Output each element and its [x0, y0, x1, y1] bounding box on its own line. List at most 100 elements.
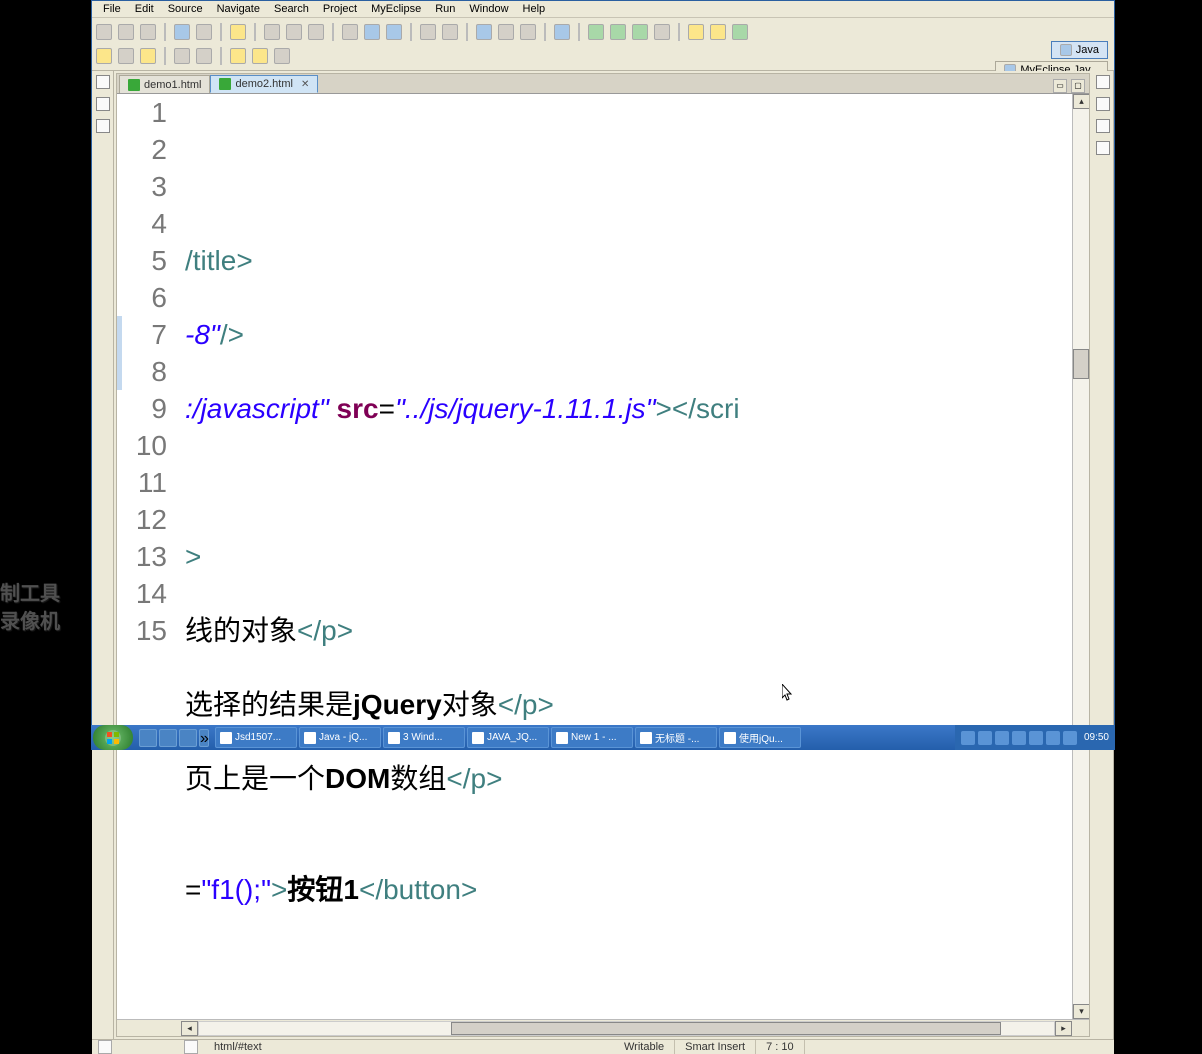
- scroll-left[interactable]: ◂: [181, 1021, 198, 1036]
- tool-icon[interactable]: [710, 24, 726, 40]
- forward-button[interactable]: [252, 48, 268, 64]
- scroll-right[interactable]: ▸: [1055, 1021, 1072, 1036]
- menu-myeclipse[interactable]: MyEclipse: [364, 1, 428, 17]
- tool-icon[interactable]: [520, 24, 536, 40]
- task-item[interactable]: JAVA_JQ...: [467, 727, 549, 748]
- horizontal-scrollbar[interactable]: ◂ ▸: [117, 1019, 1089, 1036]
- separator: [254, 23, 256, 41]
- separator: [220, 23, 222, 41]
- view-icon[interactable]: [96, 75, 110, 89]
- menu-window[interactable]: Window: [462, 1, 515, 17]
- tool-icon[interactable]: [498, 24, 514, 40]
- minimize-view[interactable]: ▭: [1053, 79, 1067, 93]
- task-item[interactable]: New 1 - ...: [551, 727, 633, 748]
- tray-icon[interactable]: [1063, 731, 1077, 745]
- tray-icon[interactable]: [961, 731, 975, 745]
- menu-navigate[interactable]: Navigate: [210, 1, 267, 17]
- tool-icon[interactable]: [196, 24, 212, 40]
- tab-demo2[interactable]: demo2.html ✕: [210, 75, 318, 93]
- task-item[interactable]: 3 Wind...: [383, 727, 465, 748]
- tool-icon[interactable]: [174, 24, 190, 40]
- tray-icon[interactable]: [978, 731, 992, 745]
- menu-search[interactable]: Search: [267, 1, 316, 17]
- view-icon[interactable]: [1096, 75, 1110, 89]
- maximize-view[interactable]: ▢: [1071, 79, 1085, 93]
- tool-icon[interactable]: [554, 24, 570, 40]
- tool-icon[interactable]: [364, 24, 380, 40]
- run-ext-button[interactable]: [632, 24, 648, 40]
- tool-icon[interactable]: [174, 48, 190, 64]
- save-button[interactable]: [118, 24, 134, 40]
- new-button[interactable]: [96, 24, 112, 40]
- tool-icon[interactable]: [96, 48, 112, 64]
- tool-icon[interactable]: [264, 24, 280, 40]
- tool-icon[interactable]: [308, 24, 324, 40]
- menu-edit[interactable]: Edit: [128, 1, 161, 17]
- tool-icon[interactable]: [386, 24, 402, 40]
- task-item[interactable]: Jsd1507...: [215, 727, 297, 748]
- tab-demo1[interactable]: demo1.html: [119, 75, 210, 93]
- view-icon[interactable]: [1096, 97, 1110, 111]
- tool-icon[interactable]: [230, 24, 246, 40]
- fold-column: [175, 94, 185, 1019]
- vertical-scrollbar[interactable]: ▴ ▾: [1072, 94, 1089, 1019]
- menu-source[interactable]: Source: [161, 1, 210, 17]
- ql-icon[interactable]: [179, 729, 197, 747]
- task-item[interactable]: 使用jQu...: [719, 727, 801, 748]
- menu-run[interactable]: Run: [428, 1, 462, 17]
- save-all-button[interactable]: [140, 24, 156, 40]
- debug-button[interactable]: [588, 24, 604, 40]
- scroll-thumb[interactable]: [451, 1022, 1001, 1035]
- view-icon[interactable]: [1096, 119, 1110, 133]
- close-icon[interactable]: ✕: [301, 79, 309, 90]
- tool-icon[interactable]: [654, 24, 670, 40]
- tool-icon[interactable]: [286, 24, 302, 40]
- tool-icon[interactable]: [476, 24, 492, 40]
- menu-help[interactable]: Help: [516, 1, 553, 17]
- tool-icon[interactable]: [342, 24, 358, 40]
- tool-icon[interactable]: [274, 48, 290, 64]
- left-trim: [92, 71, 114, 1039]
- system-tray: 09:50: [955, 725, 1115, 750]
- task-item[interactable]: 无标题 -...: [635, 727, 717, 748]
- view-icon[interactable]: [96, 97, 110, 111]
- line-numbers: 123 456 789 101112 131415: [117, 94, 175, 1019]
- start-button[interactable]: [93, 725, 133, 750]
- tool-icon[interactable]: [420, 24, 436, 40]
- tool-icon[interactable]: [688, 24, 704, 40]
- scroll-down[interactable]: ▾: [1073, 1004, 1089, 1019]
- editor-area: demo1.html demo2.html ✕ ▭ ▢ 123: [116, 73, 1090, 1037]
- task-item[interactable]: Java - jQ...: [299, 727, 381, 748]
- tool-icon[interactable]: [442, 24, 458, 40]
- ql-icon[interactable]: [139, 729, 157, 747]
- tray-icon[interactable]: [995, 731, 1009, 745]
- clock[interactable]: 09:50: [1084, 732, 1109, 743]
- view-icon[interactable]: [96, 119, 110, 133]
- watermark-line1: 制工具: [0, 580, 60, 608]
- code-content[interactable]: /title> -8"/> :/javascript" src="../js/j…: [185, 94, 1072, 1019]
- editor-body[interactable]: 123 456 789 101112 131415 /title> -8"/> …: [117, 94, 1089, 1019]
- tray-icon[interactable]: [1012, 731, 1026, 745]
- menu-project[interactable]: Project: [316, 1, 364, 17]
- scroll-up[interactable]: ▴: [1073, 94, 1089, 109]
- scroll-thumb[interactable]: [1073, 349, 1089, 379]
- separator: [332, 23, 334, 41]
- ql-icon[interactable]: [159, 729, 177, 747]
- status-path: html/#text: [214, 1041, 262, 1053]
- right-trim: [1092, 71, 1114, 1039]
- separator: [220, 47, 222, 65]
- separator: [678, 23, 680, 41]
- menu-file[interactable]: File: [96, 1, 128, 17]
- ql-chevron[interactable]: »: [199, 729, 209, 747]
- perspective-java[interactable]: Java: [1051, 41, 1108, 59]
- run-button[interactable]: [610, 24, 626, 40]
- view-icon[interactable]: [1096, 141, 1110, 155]
- tray-icon[interactable]: [1046, 731, 1060, 745]
- tray-icon[interactable]: [1029, 731, 1043, 745]
- html-file-icon: [219, 78, 231, 90]
- tool-icon[interactable]: [140, 48, 156, 64]
- back-button[interactable]: [230, 48, 246, 64]
- tool-icon[interactable]: [118, 48, 134, 64]
- refresh-icon[interactable]: [732, 24, 748, 40]
- tool-icon[interactable]: [196, 48, 212, 64]
